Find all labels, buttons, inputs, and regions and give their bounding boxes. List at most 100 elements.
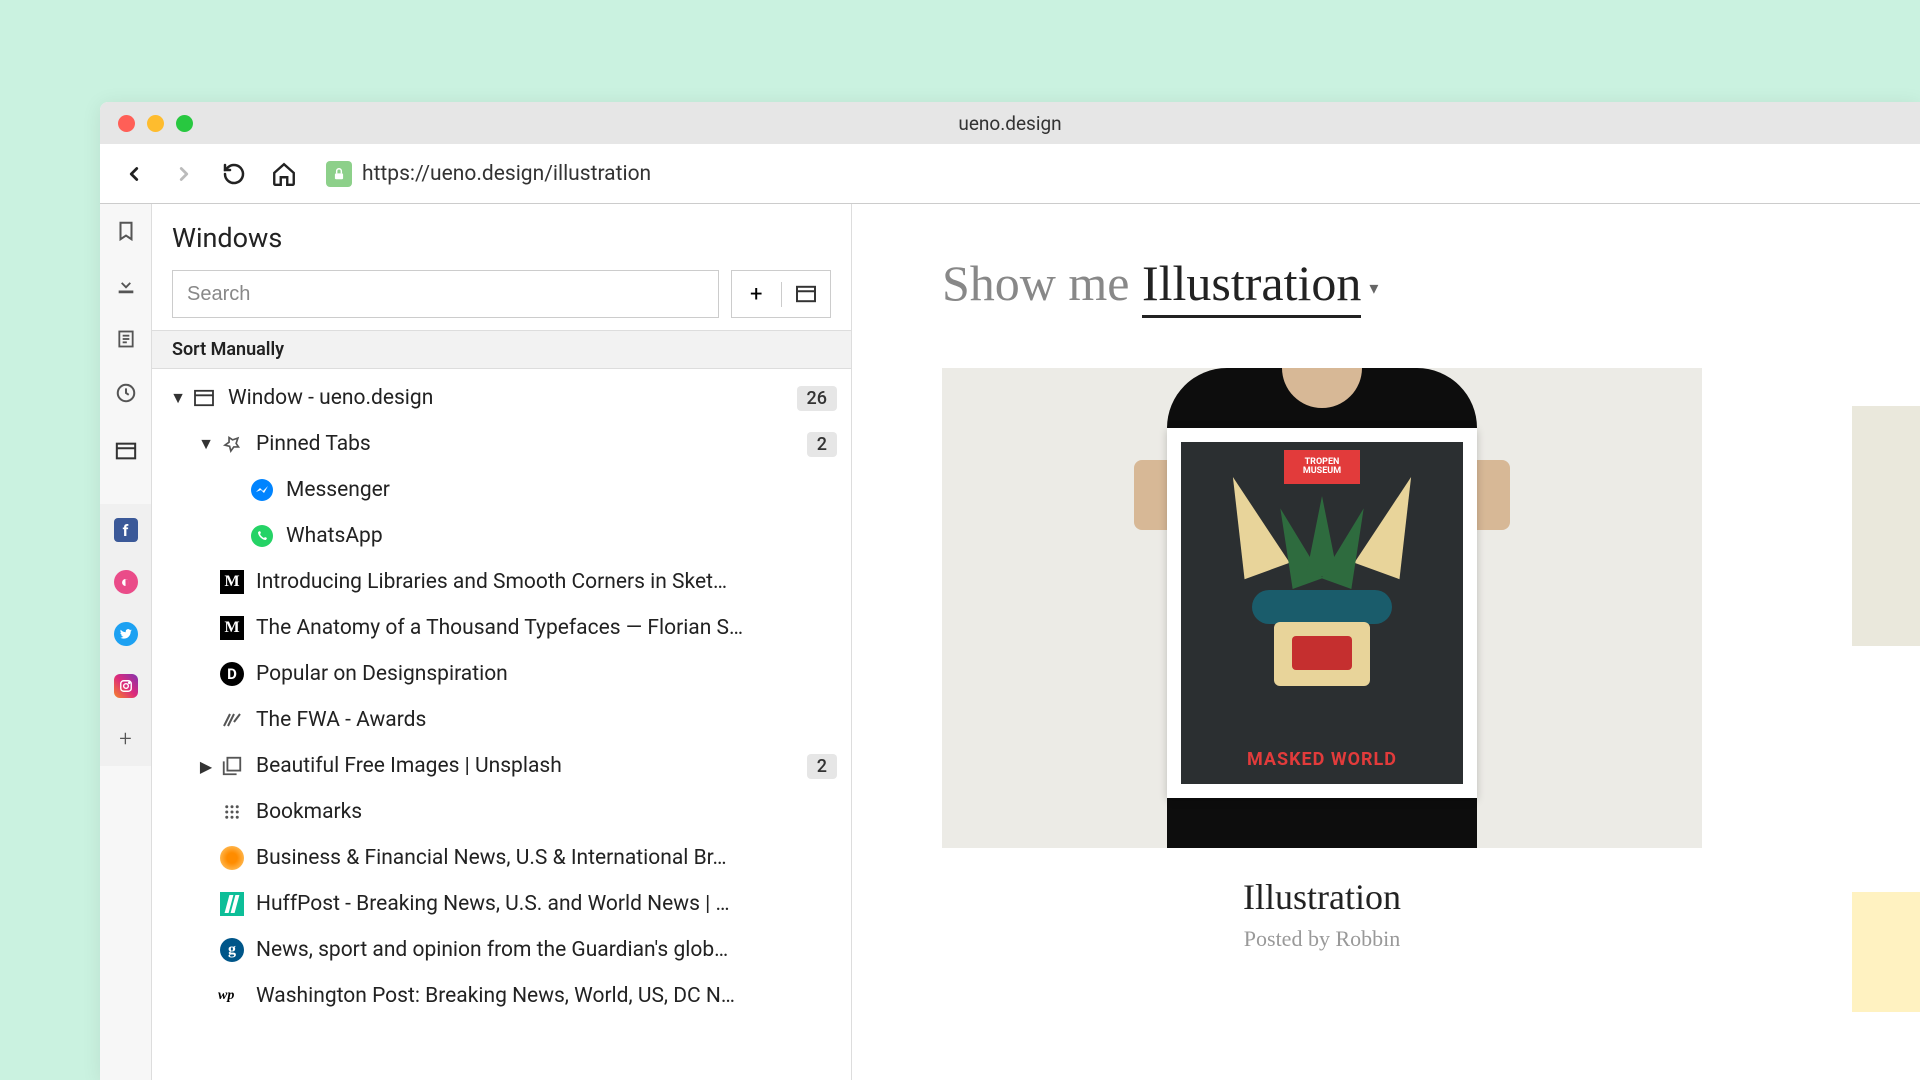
medium-icon: M — [218, 614, 246, 642]
tree-label: Washington Post: Breaking News, World, U… — [256, 984, 837, 1008]
poster: TROPEN MUSEUM MASKED WORLD — [1167, 428, 1477, 798]
maximize-window-button[interactable] — [176, 115, 193, 132]
illustration-person: TROPEN MUSEUM MASKED WORLD — [1142, 368, 1502, 848]
tree-label: WhatsApp — [286, 524, 837, 548]
tree-tab-bookmarks[interactable]: Bookmarks — [152, 789, 851, 835]
card-byline: Posted by Robbin — [942, 926, 1702, 952]
tree-label: The FWA - Awards — [256, 708, 837, 732]
tree-tab-fwa[interactable]: The FWA - Awards — [152, 697, 851, 743]
tree-label: News, sport and opinion from the Guardia… — [256, 938, 837, 962]
social-rail: f ◐ + — [100, 504, 151, 766]
url-text: https://ueno.design/illustration — [362, 162, 651, 186]
close-window-button[interactable] — [118, 115, 135, 132]
window-icon[interactable] — [113, 438, 139, 464]
guardian-icon: g — [218, 936, 246, 964]
content-area: f ◐ + Windows + — [100, 204, 1920, 1080]
window-new-icon — [782, 285, 831, 303]
adjacent-card-2[interactable] — [1852, 892, 1920, 1012]
tree-label: Bookmarks — [256, 800, 837, 824]
dribbble-icon[interactable]: ◐ — [114, 570, 138, 594]
tree-label: Window - ueno.design — [228, 386, 797, 410]
notes-icon[interactable] — [113, 326, 139, 352]
tree-label: Beautiful Free Images | Unsplash — [256, 754, 807, 778]
chevron-right-icon: ▶ — [194, 757, 218, 776]
download-icon[interactable] — [113, 272, 139, 298]
huffpost-icon — [218, 890, 246, 918]
home-button[interactable] — [268, 158, 300, 190]
tree-tab-whatsapp[interactable]: WhatsApp — [152, 513, 851, 559]
tree-badge: 26 — [797, 386, 837, 411]
adjacent-card-1[interactable] — [1852, 406, 1920, 646]
tree-label: HuffPost - Breaking News, U.S. and World… — [256, 892, 837, 916]
dspiration-icon: D — [218, 660, 246, 688]
pin-icon — [218, 430, 246, 458]
reload-button[interactable] — [218, 158, 250, 190]
main-content: Show me Illustration▾ TROPEN MUS — [852, 204, 1920, 1080]
history-icon[interactable] — [113, 380, 139, 406]
whatsapp-icon — [248, 522, 276, 550]
grid-icon — [218, 798, 246, 826]
search-input[interactable] — [172, 270, 719, 318]
bookmark-icon[interactable] — [113, 218, 139, 244]
poster-title: MASKED WORLD — [1181, 749, 1463, 770]
page-heading: Show me Illustration▾ — [942, 254, 1830, 312]
new-window-combo[interactable]: + — [731, 270, 831, 318]
fwa-icon — [218, 706, 246, 734]
plus-icon: + — [732, 282, 782, 307]
card-title: Illustration — [942, 876, 1702, 918]
sort-row[interactable]: Sort Manually — [152, 330, 851, 369]
chevron-down-icon: ▾ — [1369, 278, 1378, 299]
sidebar-controls: + — [172, 270, 831, 318]
tree-window[interactable]: ▼ Window - ueno.design 26 — [152, 375, 851, 421]
tree-label: Messenger — [286, 478, 837, 502]
window-title: ueno.design — [958, 112, 1061, 135]
tree-tab-unsplash[interactable]: ▶ Beautiful Free Images | Unsplash 2 — [152, 743, 851, 789]
toolbar: https://ueno.design/illustration — [100, 144, 1920, 204]
tree-tab-wapo[interactable]: wp Washington Post: Breaking News, World… — [152, 973, 851, 1019]
chevron-down-icon: ▼ — [194, 434, 218, 454]
sidebar-header: Windows + — [152, 204, 851, 330]
content-card[interactable]: TROPEN MUSEUM MASKED WORLD — [942, 368, 1702, 952]
titlebar: ueno.design — [100, 102, 1920, 144]
sidebar-title: Windows — [172, 222, 831, 254]
heading-term-dropdown[interactable]: Illustration — [1142, 255, 1361, 318]
tree-label: The Anatomy of a Thousand Typefaces — Fl… — [256, 616, 837, 640]
tree-tab-medium1[interactable]: M Introducing Libraries and Smooth Corne… — [152, 559, 851, 605]
twitter-icon[interactable] — [114, 622, 138, 646]
traffic-lights — [118, 115, 193, 132]
tree-tab-messenger[interactable]: Messenger — [152, 467, 851, 513]
tree-label: Business & Financial News, U.S & Interna… — [256, 846, 837, 870]
medium-icon: M — [218, 568, 246, 596]
tree-pinned[interactable]: ▼ Pinned Tabs 2 — [152, 421, 851, 467]
poster-tag: TROPEN MUSEUM — [1284, 450, 1360, 484]
tree-tab-medium2[interactable]: M The Anatomy of a Thousand Typefaces — … — [152, 605, 851, 651]
tree: ▼ Window - ueno.design 26 ▼ Pinned Tabs … — [152, 369, 851, 1080]
tree-badge: 2 — [807, 432, 837, 457]
back-button[interactable] — [118, 158, 150, 190]
window-icon — [190, 384, 218, 412]
lock-icon — [326, 161, 352, 187]
tree-tab-huffpost[interactable]: HuffPost - Breaking News, U.S. and World… — [152, 881, 851, 927]
messenger-icon — [248, 476, 276, 504]
card-caption: Illustration Posted by Robbin — [942, 876, 1702, 952]
add-social-button[interactable]: + — [113, 726, 139, 752]
icon-rail: f ◐ + — [100, 204, 152, 1080]
facebook-icon[interactable]: f — [114, 518, 138, 542]
instagram-icon[interactable] — [114, 674, 138, 698]
url-bar[interactable]: https://ueno.design/illustration — [326, 161, 651, 187]
chevron-down-icon: ▼ — [166, 388, 190, 408]
tree-badge: 2 — [807, 754, 837, 779]
card-image: TROPEN MUSEUM MASKED WORLD — [942, 368, 1702, 848]
stack-icon — [218, 752, 246, 780]
tree-tab-designspiration[interactable]: D Popular on Designspiration — [152, 651, 851, 697]
tree-label: Pinned Tabs — [256, 432, 807, 456]
tree-tab-guardian[interactable]: g News, sport and opinion from the Guard… — [152, 927, 851, 973]
browser-window: ueno.design https://ueno.design/illustra… — [100, 102, 1920, 1080]
reuters-icon — [218, 844, 246, 872]
tree-label: Popular on Designspiration — [256, 662, 837, 686]
tree-label: Introducing Libraries and Smooth Corners… — [256, 570, 837, 594]
minimize-window-button[interactable] — [147, 115, 164, 132]
forward-button[interactable] — [168, 158, 200, 190]
tree-tab-reuters[interactable]: Business & Financial News, U.S & Interna… — [152, 835, 851, 881]
wapo-icon: wp — [218, 982, 246, 1010]
